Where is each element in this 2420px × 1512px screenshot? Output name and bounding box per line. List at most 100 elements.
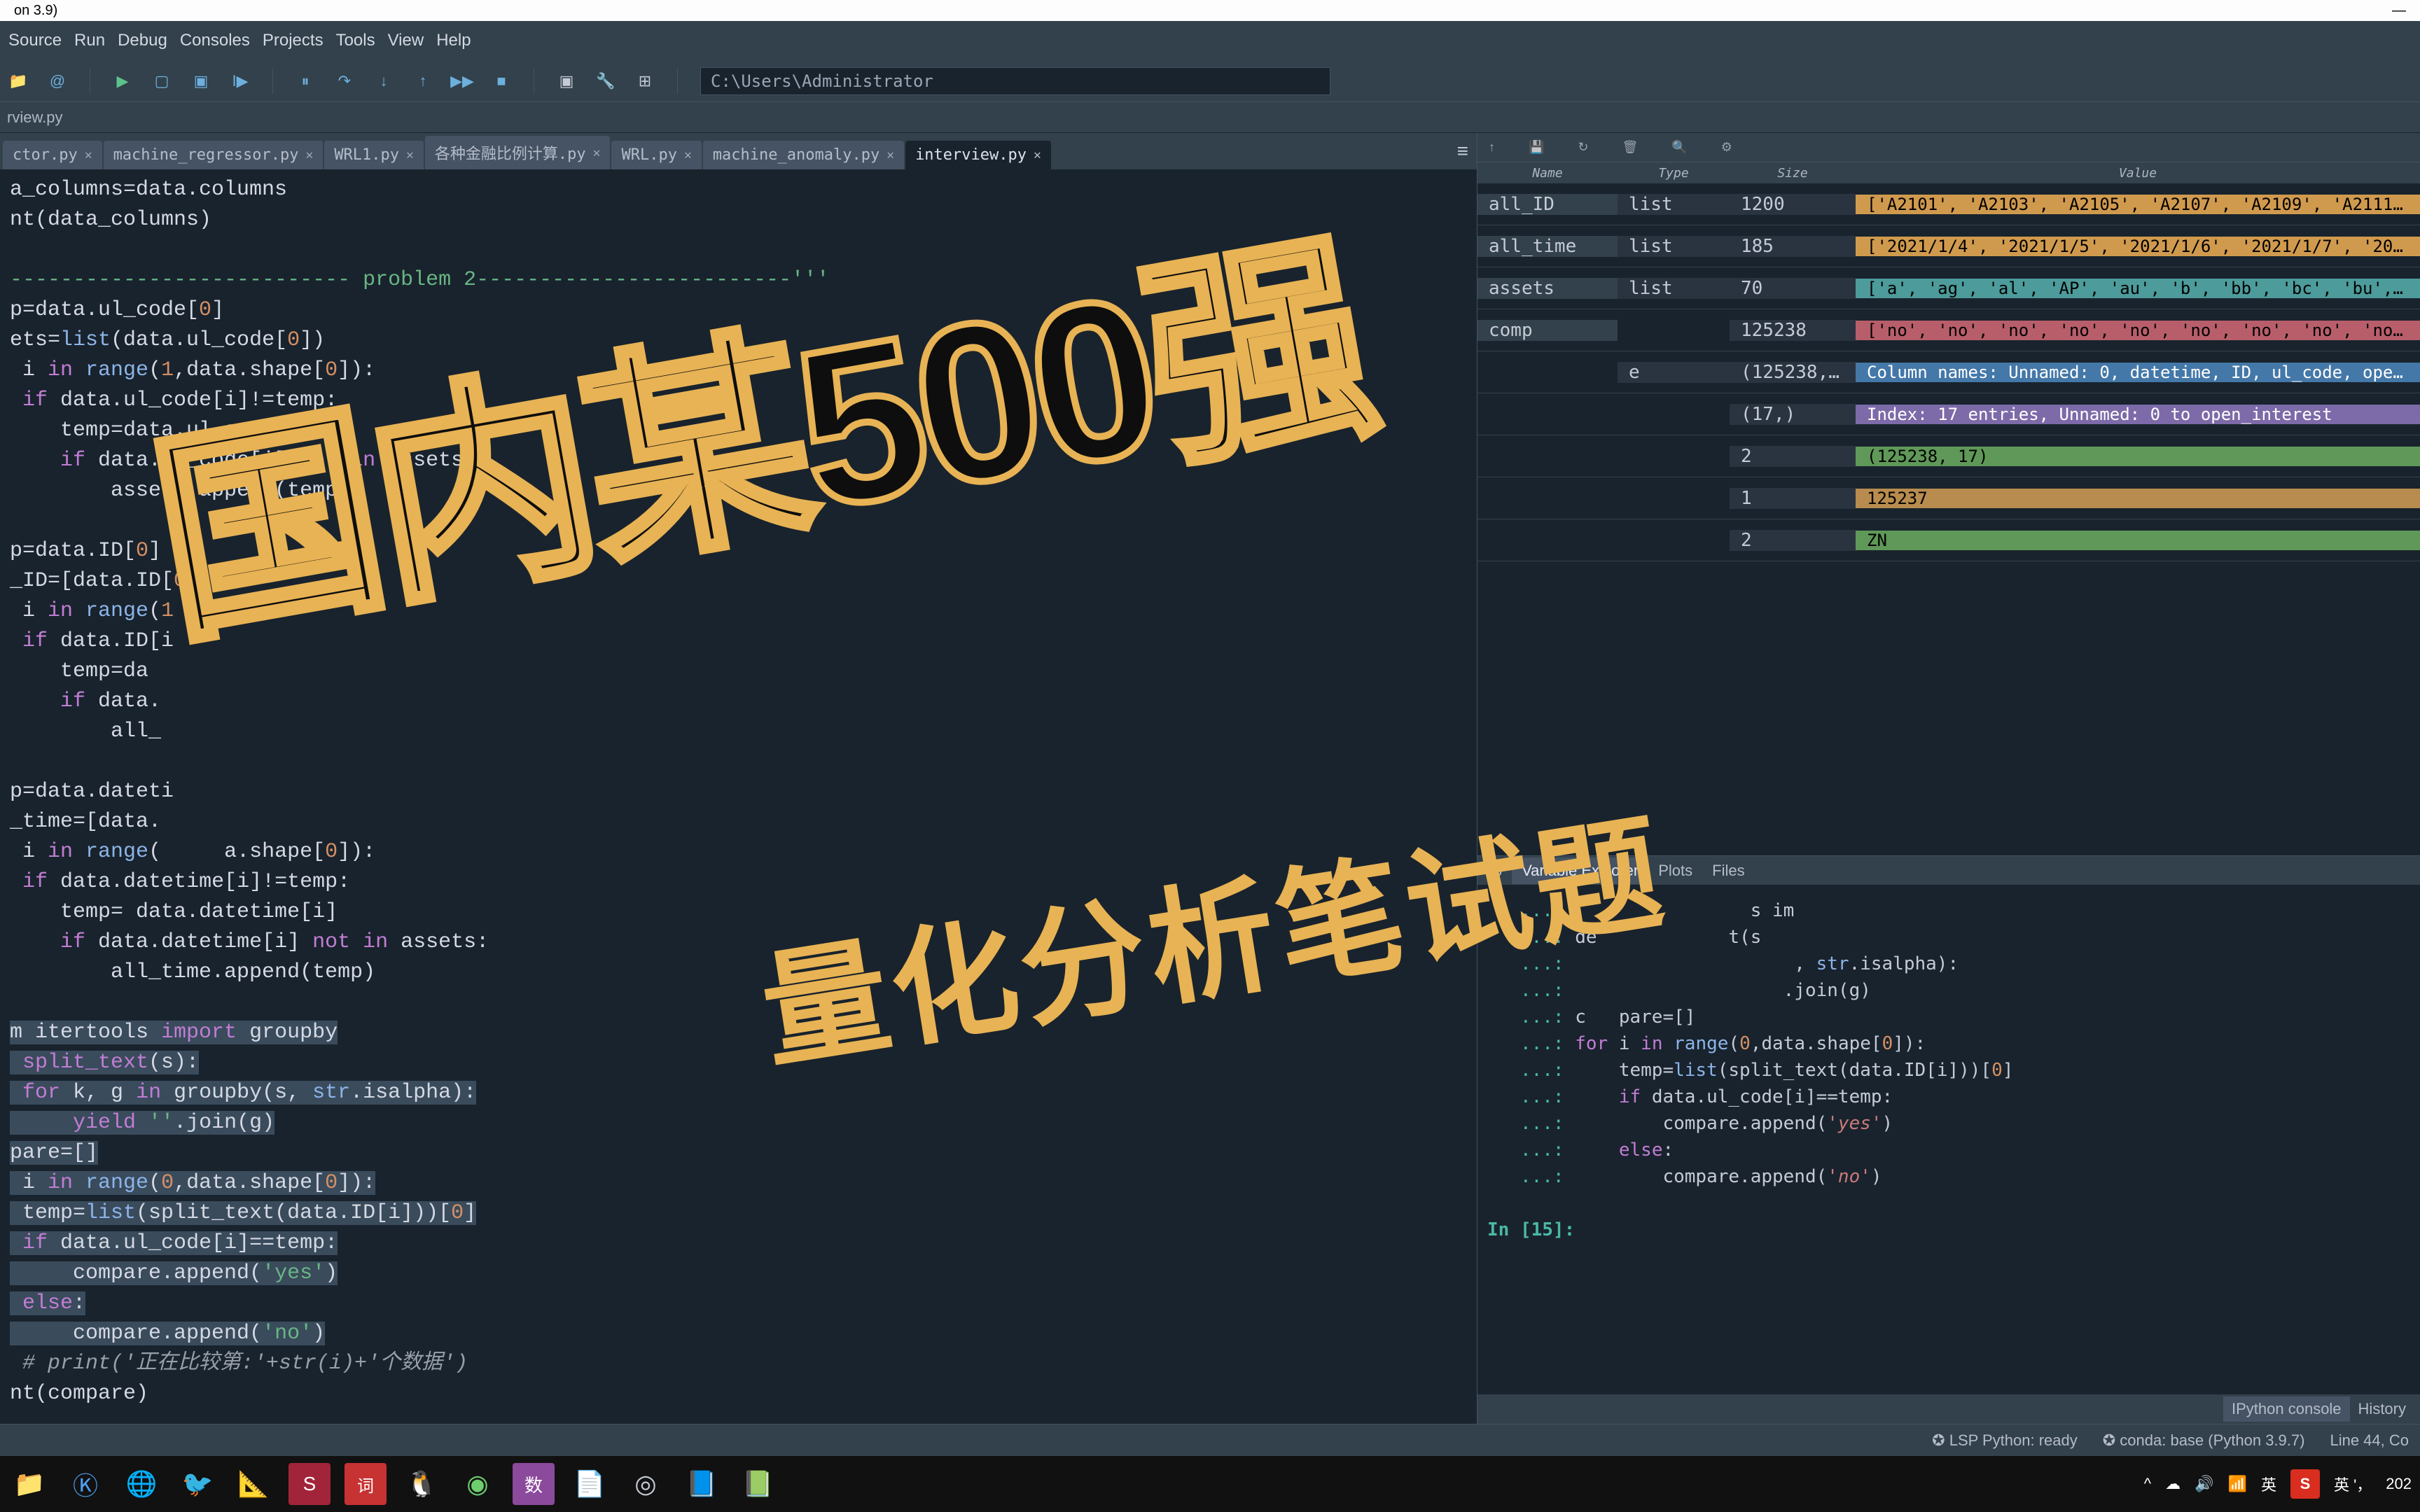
close-icon[interactable]: ✕ [886,148,894,162]
matlab-icon[interactable]: 📐 [232,1463,274,1505]
run-selection-icon[interactable]: I▶ [230,71,250,91]
console-line: ...: if data.ul_code[i]==temp: [1487,1084,2410,1110]
editor-tab[interactable]: interview.py ✕ [905,141,1051,169]
editor-tab[interactable]: machine_anomaly.py✕ [703,141,904,169]
excel-icon[interactable]: 📗 [737,1463,779,1505]
netease-icon[interactable]: 词 [345,1463,387,1505]
close-icon[interactable]: ✕ [85,148,92,162]
code-line: if data.ID[i [10,626,1477,657]
editor-tab[interactable]: WRL.py✕ [611,141,701,169]
remove-icon[interactable]: 🗑 [1622,140,1639,155]
menu-consoles[interactable]: Consoles [174,27,256,55]
console-line: ...: for i in range(0,data.shape[0]): [1487,1030,2410,1057]
app-icon-purple[interactable]: 数 [513,1463,555,1505]
variable-row[interactable]: comp125238['no', 'no', 'no', 'no', 'no',… [1477,309,2420,351]
code-line: compare.append('no') [10,1319,1477,1349]
chrome-icon[interactable]: 🌐 [120,1463,162,1505]
close-icon[interactable]: ✕ [305,148,313,162]
variable-row[interactable]: assetslist70['a', 'ag', 'al', 'AP', 'au'… [1477,267,2420,309]
tray-wifi-icon[interactable]: 📶 [2228,1475,2247,1493]
qq-icon[interactable]: 🐧 [401,1463,443,1505]
run-icon[interactable]: ▶ [113,71,132,91]
tab-ipython-console[interactable]: IPython console [2223,1396,2350,1422]
menu-run[interactable]: Run [69,27,111,55]
python-path-icon[interactable]: ⊞ [635,71,655,91]
var-size: (17,) [1730,404,1856,425]
wechat-icon[interactable]: ◉ [457,1463,499,1505]
var-size: 2 [1730,530,1856,551]
app-icon-red-s[interactable]: S [288,1463,331,1505]
stop-icon[interactable]: ■ [492,71,511,91]
code-line [10,988,1477,1018]
close-icon[interactable]: ✕ [593,146,601,160]
status-lsp: ✪ LSP Python: ready [1932,1432,2078,1450]
variable-row[interactable]: all_IDlist1200['A2101', 'A2103', 'A2105'… [1477,183,2420,225]
import-data-icon[interactable]: ↑ [1489,140,1495,155]
debug-icon[interactable]: ⏸ [295,71,315,91]
editor-tab-label: interview.py [915,146,1027,164]
close-icon[interactable]: ✕ [1034,148,1041,162]
word-icon[interactable]: 📘 [681,1463,723,1505]
continue-icon[interactable]: ▶▶ [452,71,472,91]
ipython-console[interactable]: ...: s im ...: de t(s ...: , str.isalpha… [1477,885,2420,1394]
run-cell-next-icon[interactable]: ▣ [191,71,211,91]
menu-projects[interactable]: Projects [257,27,329,55]
editor-tabs: ctor.py✕machine_regressor.py✕WRL1.py✕各种金… [0,133,1477,169]
save-icon[interactable]: @ [48,71,67,91]
editor-tab[interactable]: ctor.py✕ [3,141,102,169]
menu-view[interactable]: View [382,27,430,55]
tab-help[interactable]: lp [1480,858,1512,884]
folder-icon[interactable]: 📁 [8,71,28,91]
refresh-icon[interactable]: ↻ [1578,140,1588,155]
console-line: ...: else: [1487,1137,2410,1163]
close-icon[interactable]: ✕ [406,148,414,162]
var-value: (125238, 17) [1856,447,2420,466]
notepad-icon[interactable]: 📄 [569,1463,611,1505]
search-icon[interactable]: 🔍 [1671,140,1687,155]
variable-row[interactable]: 1125237 [1477,477,2420,519]
variable-row[interactable]: 2ZN [1477,519,2420,561]
tray-ime-lang2[interactable]: 英 '， [2334,1473,2372,1495]
step-into-icon[interactable]: ↓ [374,71,394,91]
variable-row[interactable]: 2(125238, 17) [1477,435,2420,477]
variable-explorer-table[interactable]: Name Type Size Value all_IDlist1200['A21… [1477,162,2420,561]
tray-chevron-icon[interactable]: ^ [2144,1475,2151,1493]
code-editor[interactable]: a_columns=data.columnsnt(data_columns) -… [0,169,1477,1424]
tray-cloud-icon[interactable]: ☁ [2165,1475,2181,1493]
wrench-icon[interactable]: 🔧 [596,71,616,91]
filter-icon[interactable]: ⚙ [1721,140,1732,155]
menu-source[interactable]: Source [3,27,67,55]
maximize-pane-icon[interactable]: ▣ [557,71,576,91]
save-data-icon[interactable]: 💾 [1529,140,1544,155]
editor-tab[interactable]: WRL1.py✕ [324,141,424,169]
tab-variable-explorer[interactable]: Variable Explorer [1512,858,1648,884]
variable-row[interactable]: all_timelist185['2021/1/4', '2021/1/5', … [1477,225,2420,267]
step-out-icon[interactable]: ↑ [413,71,433,91]
tab-history[interactable]: History [2350,1396,2414,1422]
tab-plots[interactable]: Plots [1648,858,1702,884]
code-line [10,235,1477,265]
code-line: ets=list(data.ul_code[0]) [10,326,1477,356]
minimize-icon[interactable]: — [2392,3,2406,19]
step-over-icon[interactable]: ↷ [335,71,354,91]
file-explorer-icon[interactable]: 📁 [8,1463,50,1505]
hamburger-icon[interactable]: ≡ [1457,140,1468,162]
tab-files[interactable]: Files [1702,858,1754,884]
tray-ime-icon[interactable]: S [2290,1469,2320,1499]
close-icon[interactable]: ✕ [684,148,692,162]
run-cell-icon[interactable]: ▢ [152,71,172,91]
menu-tools[interactable]: Tools [331,27,381,55]
editor-tab[interactable]: 各种金融比例计算.py✕ [425,136,611,169]
menu-debug[interactable]: Debug [112,27,173,55]
tray-ime-lang[interactable]: 英 [2261,1473,2276,1495]
var-type: list [1618,236,1730,257]
variable-row[interactable]: e(125238, 17)Column names: Unnamed: 0, d… [1477,351,2420,393]
app-icon-bird[interactable]: 🐦 [176,1463,218,1505]
app-icon-k[interactable]: Ⓚ [64,1463,106,1505]
variable-row[interactable]: (17,)Index: 17 entries, Unnamed: 0 to op… [1477,393,2420,435]
tray-volume-icon[interactable]: 🔊 [2195,1475,2213,1493]
menu-help[interactable]: Help [431,27,476,55]
working-directory-input[interactable] [700,67,1330,95]
editor-tab[interactable]: machine_regressor.py✕ [104,141,324,169]
obs-icon[interactable]: ◎ [625,1463,667,1505]
